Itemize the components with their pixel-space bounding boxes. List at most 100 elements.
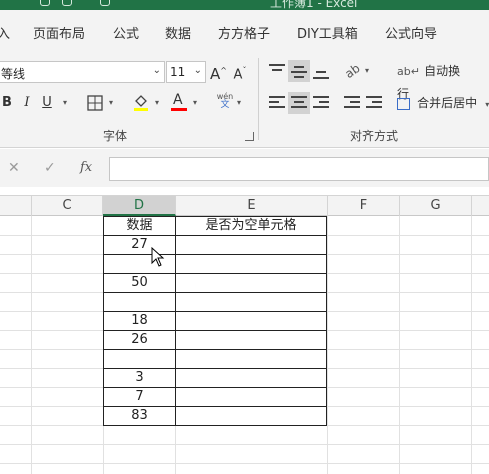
ribbon-tabs: 入 页面布局 公式 数据 方方格子 DIY工具箱 公式向导 [0,10,489,52]
redo-icon[interactable] [62,0,72,6]
table-cell[interactable] [175,349,327,369]
column-headers: C D E F G [0,195,489,216]
wrap-text-icon: ab↵ [397,65,420,78]
table-cell[interactable] [175,311,327,331]
align-top-icon [269,64,285,78]
formula-bar: ✕ ✓ fx [0,149,489,187]
increase-indent-button[interactable] [364,92,384,114]
bold-button[interactable]: B [0,92,14,114]
column-header-c[interactable]: C [32,196,103,216]
chevron-down-icon[interactable]: ▾ [362,60,372,82]
fill-color-button[interactable] [132,92,150,114]
gridline [0,463,489,464]
column-header-f[interactable]: F [328,196,400,216]
merge-center-button[interactable]: 合并后居中 ▾ [397,92,489,114]
tab-insert[interactable]: 入 [0,23,10,42]
font-group-label: 字体 [103,129,128,143]
borders-button[interactable] [86,92,104,114]
confirm-icon[interactable]: ✓ [44,160,56,176]
mouse-cursor-icon [151,247,165,267]
wrap-text-button[interactable]: ab↵ 自动换行 [397,60,467,101]
grow-font-button[interactable]: A^ [210,60,227,83]
phonetic-button[interactable]: wén 文 [214,92,236,114]
group-divider [258,58,259,140]
table-cell[interactable] [103,349,176,369]
align-left-button[interactable] [266,92,288,114]
table-header-cell[interactable]: 数据 [103,216,176,236]
ribbon: 等线 ⌄ 11 ⌄ A^ Aˇ B I U ▾ ▾ ▾ A ▾ wén 文 ▾ [0,52,489,148]
align-center-icon [291,96,307,110]
align-bottom-button[interactable] [310,60,332,82]
tab-fangfanggezi[interactable]: 方方格子 [218,23,270,42]
chevron-down-icon[interactable]: ▾ [190,92,200,114]
tab-diy-toolbox[interactable]: DIY工具箱 [297,23,358,42]
table-cell[interactable] [175,330,327,350]
chevron-down-icon[interactable]: ▾ [234,92,244,114]
align-left-icon [269,96,285,110]
column-header-d[interactable]: D [103,196,176,216]
window-title: 工作簿1 - Excel [270,0,358,10]
chevron-down-icon[interactable]: ▾ [152,92,162,114]
fill-bucket-icon [134,95,148,111]
align-center-button[interactable] [288,92,310,114]
dialog-launcher-icon[interactable] [245,132,254,141]
alignment-group-label: 对齐方式 [350,129,399,143]
table-cell[interactable]: 83 [103,406,176,426]
borders-icon [87,95,103,111]
font-name-select[interactable]: 等线 ⌄ [0,61,165,83]
undo-icon[interactable] [40,0,50,6]
gridline [0,444,489,445]
underline-button[interactable]: U [40,92,54,114]
table-cell[interactable] [175,368,327,388]
table-cell[interactable] [175,292,327,312]
align-right-button[interactable] [310,92,332,114]
merge-icon [397,97,410,110]
chevron-down-icon[interactable]: ▾ [60,92,70,114]
table-cell[interactable] [175,406,327,426]
align-bottom-icon [313,64,329,79]
table-cell[interactable]: 26 [103,330,176,350]
table-cell[interactable] [103,292,176,312]
decrease-indent-button[interactable] [342,92,362,114]
shrink-font-button[interactable]: Aˇ [232,60,248,82]
table-cell[interactable]: 18 [103,311,176,331]
insert-function-icon[interactable]: fx [80,160,92,175]
decrease-indent-icon [344,96,360,110]
table-cell[interactable]: 7 [103,387,176,407]
font-color-swatch [171,108,187,111]
align-middle-icon [291,64,307,78]
chevron-down-icon: ⌄ [152,65,161,76]
table-cell[interactable]: 3 [103,368,176,388]
table-cell[interactable] [103,254,176,274]
column-header-b[interactable] [0,196,32,216]
tab-formulas[interactable]: 公式 [113,23,139,42]
font-color-button[interactable]: A [170,92,188,114]
table-cell[interactable] [175,273,327,293]
align-middle-button[interactable] [288,60,310,82]
italic-button[interactable]: I [20,92,34,114]
align-right-icon [313,96,329,110]
formula-input[interactable] [109,157,489,181]
quick-access-icon[interactable] [100,0,110,6]
increase-indent-icon [366,96,382,110]
column-header-e[interactable]: E [176,196,328,216]
grow-font-label: A [210,65,221,83]
table-cell[interactable] [175,387,327,407]
orientation-button[interactable]: ab [342,60,362,82]
align-top-button[interactable] [266,60,288,82]
column-header-h[interactable] [472,196,489,216]
tab-page-layout[interactable]: 页面布局 [33,23,85,42]
font-name-value: 等线 [1,67,26,81]
chevron-down-icon[interactable]: ▾ [106,92,116,114]
font-size-select[interactable]: 11 ⌄ [166,61,206,83]
table-cell[interactable]: 50 [103,273,176,293]
table-cell[interactable] [175,254,327,274]
tab-data[interactable]: 数据 [165,23,191,42]
table-cell[interactable]: 27 [103,235,176,255]
table-header-cell[interactable]: 是否为空单元格 [175,216,327,236]
tab-formula-wizard[interactable]: 公式向导 [385,23,437,42]
cancel-icon[interactable]: ✕ [8,160,20,176]
table-cell[interactable] [175,235,327,255]
column-header-g[interactable]: G [400,196,472,216]
chevron-down-icon: ⌄ [193,65,202,76]
